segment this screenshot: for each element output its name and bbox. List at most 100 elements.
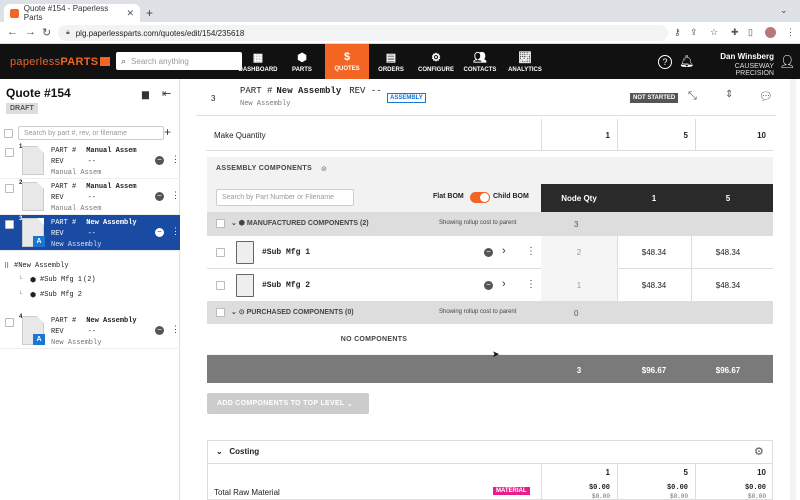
cost-value: $0.00 <box>588 484 610 492</box>
component-row[interactable]: #Sub Mfg 2 − › ⋮ 1 $48.34 $48.34 <box>207 269 773 302</box>
nav-label: QUOTES <box>334 66 360 72</box>
tree-root[interactable]: #New Assembly <box>14 262 69 270</box>
add-components-button[interactable]: ADD COMPONENTS TO TOP LEVEL ⌄ <box>207 393 369 414</box>
nav-analytics[interactable]: 📈︎ ANALYTICS <box>503 44 547 79</box>
row-checkbox[interactable] <box>216 248 225 257</box>
more-options-icon[interactable]: ⋮ <box>171 154 180 165</box>
search-icon: ⌕ <box>121 55 127 66</box>
more-options-icon[interactable]: ⋮ <box>171 226 180 237</box>
part-row[interactable]: 2 PART # Manual Assem REV -- Manual Assem … <box>0 179 180 215</box>
row-checkbox[interactable] <box>5 148 14 157</box>
remove-icon[interactable]: − <box>155 228 164 237</box>
select-all-checkbox[interactable] <box>4 128 13 138</box>
remove-icon[interactable]: − <box>484 248 493 257</box>
row-checkbox[interactable] <box>5 220 14 229</box>
flat-bom-label: Flat BOM <box>433 193 464 200</box>
dollar-icon: $ <box>343 51 351 63</box>
rev-line: REV -- <box>51 328 96 336</box>
costing-header[interactable]: ⌄ Costing <box>216 447 259 456</box>
remove-icon[interactable]: − <box>155 326 164 335</box>
purchased-group-row[interactable]: ⌄ ⊙ PURCHASED COMPONENTS (0) Showing rol… <box>207 301 541 325</box>
cube-icon: ⬢ <box>30 292 37 300</box>
reload-icon[interactable]: ↻ <box>42 26 51 39</box>
gear-icon[interactable]: ⚙ <box>754 445 764 458</box>
chevron-right-icon[interactable]: › <box>502 278 506 290</box>
eye-off-icon[interactable]: ⊘ <box>321 165 327 173</box>
part-row-selected[interactable]: 3 A PART # New Assembly REV -- New Assembl… <box>0 215 180 251</box>
chevron-right-icon[interactable]: › <box>502 245 506 257</box>
notes-icon[interactable]: ▆ <box>142 89 149 100</box>
browser-tab[interactable]: Quote #154 - Paperless Parts ✕ <box>4 4 140 22</box>
more-options-icon[interactable]: ⋮ <box>526 246 536 257</box>
collapse-icon[interactable]: ⤡ <box>688 90 697 103</box>
row-checkbox[interactable] <box>5 318 14 327</box>
component-row[interactable]: #Sub Mfg 1 − › ⋮ 2 $48.34 $48.34 <box>207 236 773 269</box>
bell-icon[interactable]: 🔔︎ <box>679 54 694 68</box>
key-icon[interactable]: ⚷ <box>674 27 681 38</box>
rev-label: REV <box>51 194 64 202</box>
nav-label: PARTS <box>292 66 312 73</box>
document-icon <box>236 274 254 297</box>
back-icon[interactable]: ← <box>7 26 18 38</box>
make-quantity-value[interactable]: 5 <box>668 131 688 140</box>
row-checkbox[interactable] <box>5 184 14 193</box>
nav-label: DASHBOARD <box>238 66 278 73</box>
more-options-icon[interactable]: ⋮ <box>526 279 536 290</box>
nav-dashboard[interactable]: ▦ DASHBOARD <box>236 44 280 79</box>
app-logo[interactable]: paperlessPARTS <box>10 56 111 68</box>
tree-child[interactable]: #Sub Mfg 2 <box>40 291 82 299</box>
profile-avatar[interactable] <box>765 27 776 38</box>
remove-icon[interactable]: − <box>484 281 493 290</box>
workflow-status-badge[interactable]: NOT STARTED <box>630 93 679 103</box>
row-checkbox[interactable] <box>216 281 225 290</box>
help-icon[interactable]: ? <box>658 55 672 69</box>
forward-icon[interactable]: → <box>25 26 36 38</box>
extensions-icon[interactable]: ✚ <box>731 27 739 38</box>
part-search-input[interactable]: Search by part #, rev, or filename <box>18 126 164 140</box>
collapse-sidebar-icon[interactable]: ⇤ <box>162 87 171 100</box>
manufactured-group-row[interactable]: ⌄ ⬢ MANUFACTURED COMPONENTS (2) Showing … <box>207 212 541 236</box>
remove-icon[interactable]: − <box>155 192 164 201</box>
nav-contacts[interactable]: 👥︎ CONTACTS <box>458 44 502 79</box>
make-quantity-value[interactable]: 10 <box>746 131 766 140</box>
new-tab-icon[interactable]: + <box>146 6 153 20</box>
user-menu[interactable]: Dan Winsberg CAUSEWAY PRECISION <box>698 52 774 77</box>
global-search-input[interactable]: ⌕ Search anything <box>116 52 242 70</box>
component-search-input[interactable]: Search by Part Number or Filename <box>216 189 354 206</box>
main-scrollbar[interactable] <box>790 79 796 500</box>
cost-subvalue: $0.00 <box>747 493 766 500</box>
nav-quotes[interactable]: $ QUOTES <box>325 44 369 79</box>
comment-icon[interactable]: 💬︎ <box>759 90 773 103</box>
group-checkbox[interactable] <box>216 308 225 317</box>
add-part-icon[interactable]: + <box>164 125 171 139</box>
rev-label: REV <box>349 86 366 96</box>
share-icon[interactable]: ⇪ <box>690 27 698 38</box>
close-tab-icon[interactable]: ✕ <box>126 8 134 19</box>
group-checkbox[interactable] <box>216 219 225 228</box>
sidepanel-icon[interactable]: ▯ <box>748 27 753 38</box>
cube-icon: ⬢ <box>297 51 307 64</box>
tree-child[interactable]: #Sub Mfg 1 <box>40 276 82 284</box>
part-filename: Manual Assem <box>51 205 102 213</box>
part-row[interactable]: 1 PART # Manual Assem REV -- Manual Assem … <box>0 143 180 179</box>
bom-toggle[interactable] <box>470 192 490 203</box>
make-quantity-value[interactable]: 1 <box>590 131 610 140</box>
expand-vertical-icon[interactable]: ⇕ <box>725 89 733 100</box>
nav-orders[interactable]: ▤ ORDERS <box>369 44 413 79</box>
node-qty[interactable]: 2 <box>541 248 617 257</box>
more-options-icon[interactable]: ⋮ <box>171 324 180 335</box>
node-qty[interactable]: 1 <box>541 281 617 290</box>
star-icon[interactable]: ☆ <box>710 27 718 38</box>
browser-menu-icon[interactable]: ⋮ <box>786 27 795 38</box>
component-name: #Sub Mfg 1 <box>262 248 311 257</box>
part-row[interactable]: 4 A PART # New Assembly REV -- New Assembl… <box>0 313 180 349</box>
more-options-icon[interactable]: ⋮ <box>171 190 180 201</box>
rev-value: -- <box>370 86 382 96</box>
part-filename: New Assembly <box>51 339 102 347</box>
tab-menu-icon[interactable]: ⌄ <box>780 5 788 16</box>
nav-parts[interactable]: ⬢ PARTS <box>280 44 324 79</box>
remove-icon[interactable]: − <box>155 156 164 165</box>
address-bar[interactable]: 🔒︎ plg.paperlessparts.com/quotes/edit/15… <box>58 25 668 41</box>
person-icon[interactable]: 👤︎ <box>779 54 796 70</box>
nav-configure[interactable]: ⚙ CONFIGURE <box>414 44 458 79</box>
